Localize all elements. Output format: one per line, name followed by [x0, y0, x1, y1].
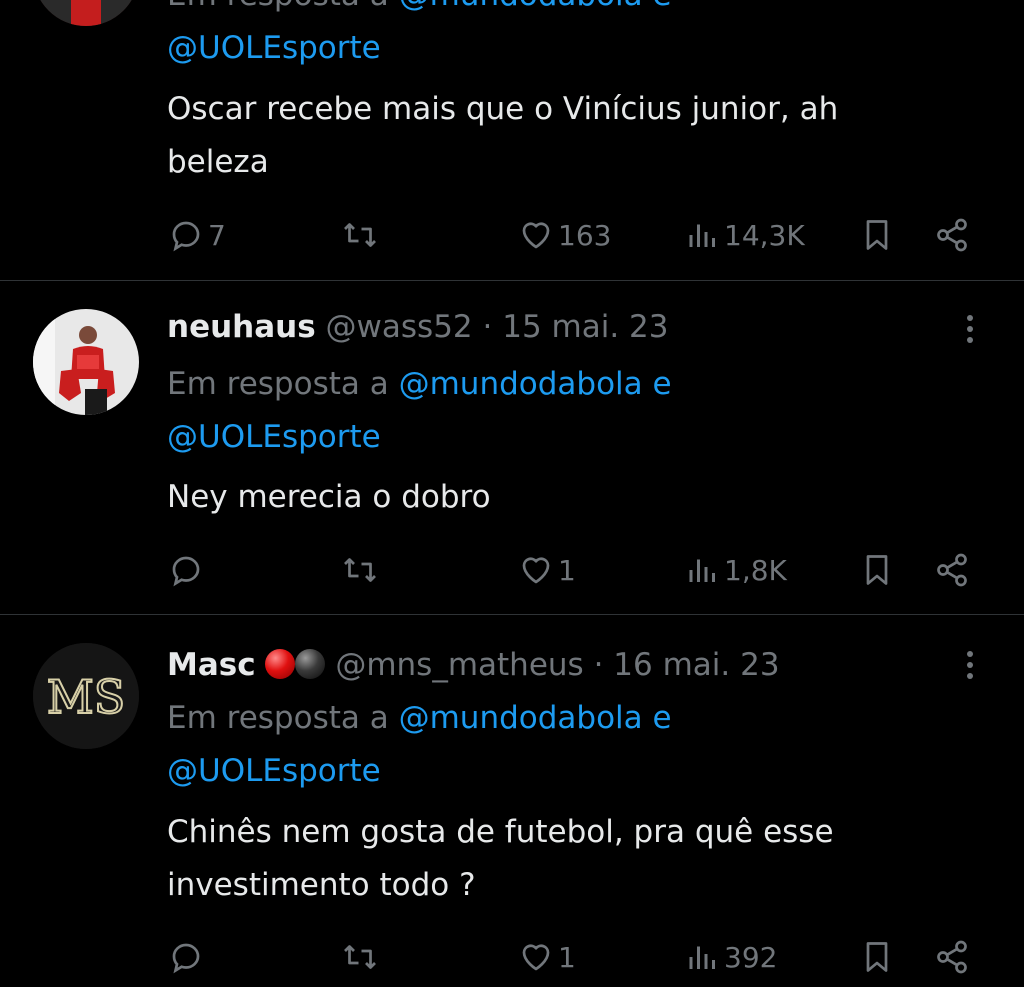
retweet-icon	[344, 558, 376, 582]
mention-link[interactable]: @mundodabola e	[399, 0, 672, 13]
bookmark-button[interactable]	[860, 548, 894, 592]
action-bar: 7 163 14,3K	[0, 213, 1024, 257]
views-icon	[689, 559, 715, 582]
reply-to-line-2: @UOLEsporte	[167, 411, 381, 464]
reply-icon	[172, 943, 200, 974]
tweet-text: Ney merecia o dobro	[167, 471, 967, 524]
bookmark-button[interactable]	[860, 935, 894, 979]
reply-icon	[172, 221, 200, 252]
bookmark-icon	[866, 555, 888, 585]
action-bar: 1 1,8K	[0, 548, 1024, 592]
bookmark-icon	[866, 942, 888, 972]
views-icon	[689, 224, 715, 247]
avatar-image: MS	[33, 643, 139, 749]
views-count: 392	[724, 940, 778, 974]
bookmark-button[interactable]	[860, 213, 894, 257]
username[interactable]: @wass52	[326, 309, 473, 345]
views-icon	[689, 946, 715, 969]
retweet-button[interactable]	[340, 935, 380, 979]
tweet-3[interactable]: MS Masc @mns_matheus · 16 mai. 23 Em res…	[0, 615, 1024, 987]
heart-icon	[522, 222, 550, 249]
reply-prefix: Em resposta a	[167, 366, 389, 402]
mention-link[interactable]: @UOLEsporte	[167, 753, 381, 789]
share-button[interactable]	[934, 213, 970, 257]
action-bar: 1 392	[0, 935, 1024, 979]
reply-to-line-2: @UOLEsporte	[167, 22, 381, 75]
like-button[interactable]: 1	[518, 548, 576, 592]
avatar-image	[33, 0, 139, 26]
tweet-text-line: Oscar recebe mais que o Vinícius junior,…	[167, 91, 839, 127]
display-name[interactable]: Masc	[167, 647, 256, 683]
share-icon	[937, 553, 967, 587]
views-button[interactable]: 14,3K	[686, 213, 805, 257]
like-count: 163	[558, 218, 612, 252]
reply-prefix: Em resposta a	[167, 0, 389, 13]
more-icon	[967, 315, 973, 343]
like-count: 1	[558, 553, 576, 587]
like-count: 1	[558, 940, 576, 974]
share-icon	[937, 218, 967, 252]
retweet-icon	[344, 223, 376, 247]
username[interactable]: @mns_matheus	[335, 647, 583, 683]
views-button[interactable]: 392	[686, 935, 777, 979]
share-button[interactable]	[934, 548, 970, 592]
tweet-date[interactable]: 15 mai. 23	[502, 309, 668, 345]
tweet-text-line: investimento todo ?	[167, 867, 476, 903]
black-circle-icon	[295, 649, 326, 679]
tweet-text-line: Ney merecia o dobro	[167, 479, 491, 515]
reply-button[interactable]	[168, 935, 208, 979]
tweet-2[interactable]: neuhaus @wass52 · 15 mai. 23 Em resposta…	[0, 281, 1024, 614]
mention-link[interactable]: @UOLEsporte	[167, 30, 381, 66]
tweet-date[interactable]: 16 mai. 23	[613, 647, 779, 683]
tweet-1[interactable]: Em resposta a @mundodabola e @UOLEsporte…	[0, 0, 1024, 280]
separator-dot: ·	[593, 647, 604, 683]
views-count: 14,3K	[724, 218, 805, 252]
views-count: 1,8K	[724, 553, 787, 587]
reply-button[interactable]: 7	[168, 213, 226, 257]
avatar[interactable]	[33, 0, 139, 26]
avatar[interactable]	[33, 309, 139, 415]
tweet-feed: Em resposta a @mundodabola e @UOLEsporte…	[0, 0, 1024, 987]
separator-dot: ·	[482, 309, 493, 345]
like-button[interactable]: 1	[518, 935, 576, 979]
avatar[interactable]: MS	[33, 643, 139, 749]
mention-link[interactable]: @UOLEsporte	[167, 419, 381, 455]
reply-to-line: Em resposta a @mundodabola e	[167, 0, 672, 22]
retweet-button[interactable]	[340, 213, 380, 257]
retweet-button[interactable]	[340, 548, 380, 592]
display-name[interactable]: neuhaus	[167, 309, 316, 345]
tweet-text: Oscar recebe mais que o Vinícius junior,…	[167, 83, 967, 189]
reply-prefix: Em resposta a	[167, 700, 389, 736]
more-options-button[interactable]	[958, 311, 982, 347]
mention-link[interactable]: @mundodabola e	[399, 366, 672, 402]
heart-icon	[522, 944, 550, 971]
red-circle-icon	[265, 649, 296, 679]
tweet-text-line: Chinês nem gosta de futebol, pra quê ess…	[167, 814, 834, 850]
bookmark-icon	[866, 220, 888, 250]
reply-to-line: Em resposta a @mundodabola e	[167, 692, 672, 745]
reply-to-line: Em resposta a @mundodabola e	[167, 358, 672, 411]
tweet-header: Masc @mns_matheus · 16 mai. 23	[167, 643, 780, 687]
mention-link[interactable]: @mundodabola e	[399, 700, 672, 736]
reply-count: 7	[208, 218, 226, 252]
more-options-button[interactable]	[958, 647, 982, 683]
reply-button[interactable]	[168, 548, 208, 592]
like-button[interactable]: 163	[518, 213, 611, 257]
views-button[interactable]: 1,8K	[686, 548, 787, 592]
share-icon	[937, 940, 967, 974]
more-icon	[967, 651, 973, 679]
avatar-monogram: MS	[47, 670, 126, 724]
reply-icon	[172, 556, 200, 587]
avatar-image	[33, 309, 139, 415]
tweet-text-line: beleza	[167, 144, 269, 180]
tweet-text: Chinês nem gosta de futebol, pra quê ess…	[167, 806, 967, 912]
heart-icon	[522, 557, 550, 584]
reply-to-line-2: @UOLEsporte	[167, 745, 381, 798]
tweet-header: neuhaus @wass52 · 15 mai. 23	[167, 305, 669, 349]
share-button[interactable]	[934, 935, 970, 979]
retweet-icon	[344, 945, 376, 969]
